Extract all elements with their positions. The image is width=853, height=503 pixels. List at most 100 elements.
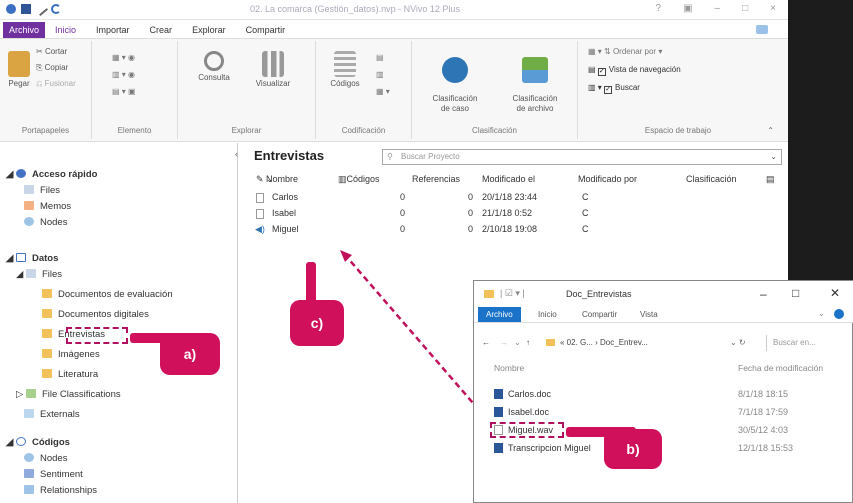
tab-importar[interactable]: Importar [86,22,140,38]
col-referencias[interactable]: Referencias [412,174,460,184]
explorer-expand-ribbon-icon[interactable]: ⌄ [818,309,825,318]
tab-explorar[interactable]: Explorar [182,22,236,38]
nav-file-classifications[interactable]: ▷ File Classifications [16,389,121,400]
explorer-help-icon[interactable] [834,309,844,319]
col-clasificacion[interactable]: Clasificación [686,174,737,184]
row-modified: 21/1/18 0:52 [482,208,533,218]
element-tools[interactable]: ▦ ▾ ◉ ▥ ▾ ◉ ▤ ▾ ▣ [112,49,136,100]
table-row[interactable]: Isabel 0 0 21/1/18 0:52 C [242,208,788,224]
tab-archivo[interactable]: Archivo [3,22,46,38]
history-dropdown-icon[interactable]: ⌄ [514,338,521,347]
collapse-nav-icon[interactable]: ‹ [235,149,238,159]
minimize-button[interactable]: – [715,3,721,14]
detail-view: Entrevistas ⚲ Buscar Proyecto ⌄ ✎ Nombre… [242,146,788,286]
col-modificado-el[interactable]: Modificado el [482,174,535,184]
forward-icon[interactable]: → [500,338,508,347]
nav-view-toggle[interactable]: ▤ ✓ Vista de navegación [588,65,681,76]
explorer-col-name[interactable]: Nombre [494,363,524,373]
nav-folder-digitales[interactable]: Documentos digitales [42,309,149,320]
collapse-ribbon-icon[interactable]: ⌃ [767,126,774,135]
explorer-minimize-button[interactable]: – [760,287,767,301]
project-search-input[interactable]: ⚲ Buscar Proyecto ⌄ [382,149,782,165]
nav-folder-imagenes[interactable]: Imágenes [42,349,100,360]
nav-quick-access-label: Acceso rápido [31,169,98,180]
search-dropdown-icon[interactable]: ⌄ [770,150,777,164]
table-row[interactable]: ◀) Miguel 0 0 2/10/18 19:08 C [242,224,788,240]
nav-files[interactable]: ◢ Files [16,269,62,280]
path-folder-icon [546,339,555,346]
nav-quick-nodes[interactable]: Nodes [24,217,67,228]
query-button[interactable]: Consulta [194,51,234,83]
explorer-search-input[interactable]: Buscar en... [766,335,852,351]
copy-button[interactable]: ⎘ Copiar [36,63,68,73]
nav-file-classifications-label: File Classifications [41,389,121,400]
cut-label: Cortar [44,47,68,56]
nav-code-nodes[interactable]: Nodes [24,453,67,464]
doc-icon [256,209,264,219]
nav-code-relationships[interactable]: Relationships [24,485,97,496]
cut-button[interactable]: ✂ Cortar [36,47,67,57]
file-classification-icon [522,56,548,83]
edit-icon[interactable] [33,1,49,17]
nav-codes[interactable]: ◢ Códigos [6,437,70,448]
tab-compartir[interactable]: Compartir [236,22,296,38]
nav-externals[interactable]: Externals [24,409,80,420]
explorer-tab-vista[interactable]: Vista [640,310,658,319]
codes-button[interactable]: Códigos [328,51,362,89]
close-button[interactable]: × [770,3,776,14]
merge-button[interactable]: ⎌ Fusionar [36,79,76,89]
coding-tools[interactable]: ▤ ▥ ▦ ▾ [376,49,390,100]
col-modificado-por[interactable]: Modificado por [578,174,637,184]
back-icon[interactable]: ← [482,338,490,347]
row-codes: 0 [400,192,406,202]
nav-code-sentiment[interactable]: Sentiment [24,469,83,480]
explorer-tab-compartir[interactable]: Compartir [582,310,617,319]
paste-label: Pegar [8,79,30,88]
col-nombre[interactable]: ✎ Nombre ⌄ [256,174,298,185]
nav-data-label: Datos [31,253,59,264]
explorer-col-date[interactable]: Fecha de modificación [738,363,823,373]
callout-c: c) [290,300,344,346]
nav-data[interactable]: ◢ Datos [6,253,58,264]
sort-button[interactable]: ▦ ▾ ⇅ Ordenar por ▾ [588,47,662,56]
explorer-qat[interactable]: | ☑ ▾ | [500,288,525,299]
folder-icon [484,290,494,298]
visualize-button[interactable]: Visualizar [248,51,298,89]
row-by: C [582,192,589,202]
chat-icon[interactable] [756,25,768,34]
save-icon[interactable] [21,4,31,14]
paste-button[interactable]: Pegar [6,51,32,89]
file-name: Isabel.doc [508,407,550,417]
column-options-icon[interactable]: ▤ [766,174,775,185]
nav-folder-digitales-label: Documentos digitales [58,309,149,320]
address-input[interactable]: « 02. G... › Doc_Entrev... [544,335,710,351]
explorer-maximize-button[interactable]: □ [792,286,799,300]
tab-crear[interactable]: Crear [140,22,183,38]
maximize-button[interactable]: □ [742,3,748,14]
case-classification-button[interactable]: Clasificación de caso [422,47,488,113]
explorer-tab-inicio[interactable]: Inicio [538,310,557,319]
col-codigos[interactable]: ▥ Códigos [338,174,380,185]
file-classification-button[interactable]: Clasificación de archivo [500,47,570,113]
undo-icon[interactable] [51,4,61,14]
nav-quick-files[interactable]: Files [24,185,60,196]
tab-inicio[interactable]: Inicio [45,22,86,38]
nav-quick-access[interactable]: ◢ Acceso rápido [6,169,97,180]
nav-view-checkbox[interactable]: ✓ [597,68,606,76]
table-row[interactable]: Carlos 0 0 20/1/18 23:44 C [242,192,788,208]
help-icon[interactable]: ? [656,3,662,14]
nav-folder-evaluacion[interactable]: Documentos de evaluación [42,289,173,300]
nav-quick-memos[interactable]: Memos [24,201,71,212]
nav-folder-literatura[interactable]: Literatura [42,369,98,380]
up-icon[interactable]: ↑ [526,338,530,347]
group-label-elemento: Elemento [117,126,152,135]
explorer-tab-archivo[interactable]: Archivo [478,307,521,322]
refresh-icon[interactable]: ⌄ ↻ [730,338,746,347]
search-toggle[interactable]: ▥ ▾ ✓ Buscar [588,83,640,94]
file-classification-label: Clasificación de archivo [512,94,558,113]
ribbon-display-icon[interactable]: ▣ [683,3,692,14]
word-doc-icon [494,443,503,453]
explorer-close-button[interactable]: ✕ [830,286,840,300]
search-checkbox[interactable]: ✓ [604,86,613,94]
nav-quick-nodes-label: Nodes [40,217,68,228]
